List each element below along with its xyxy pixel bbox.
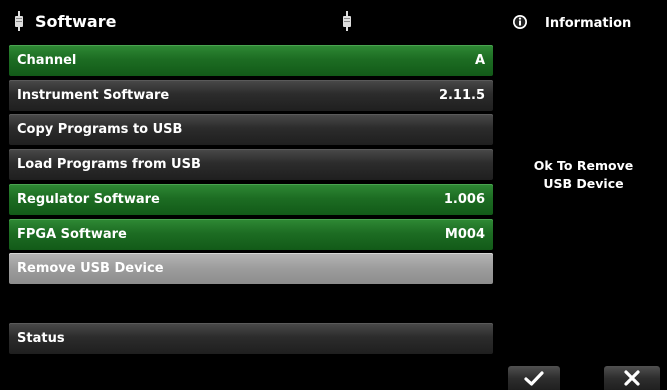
info-message: Ok To Remove USB Device <box>500 157 667 193</box>
row-value: 1.006 <box>443 192 485 207</box>
load-programs-from-usb-button[interactable]: Load Programs from USB <box>9 149 493 180</box>
info-icon <box>513 15 527 29</box>
channel-row[interactable]: Channel A <box>9 45 493 76</box>
row-value: A <box>474 53 485 68</box>
instrument-software-row[interactable]: Instrument Software 2.11.5 <box>9 80 493 111</box>
row-value: M004 <box>444 227 485 242</box>
info-message-line: Ok To Remove <box>533 158 634 173</box>
info-panel-header: Information <box>500 0 667 44</box>
ok-button[interactable] <box>508 366 560 390</box>
usb-plug-icon <box>343 11 351 31</box>
row-label: Load Programs from USB <box>17 157 201 172</box>
status-row[interactable]: Status <box>9 323 493 354</box>
regulator-software-row[interactable]: Regulator Software 1.006 <box>9 184 493 215</box>
row-label: Instrument Software <box>17 88 170 103</box>
row-label: Status <box>17 331 65 346</box>
row-label: Channel <box>17 53 77 68</box>
row-label: FPGA Software <box>17 227 127 242</box>
row-label: Regulator Software <box>17 192 160 207</box>
info-message-line: USB Device <box>543 176 624 191</box>
row-value: 2.11.5 <box>438 88 485 103</box>
checkmark-icon <box>524 371 544 386</box>
header-bar: Software <box>0 0 500 44</box>
row-label: Copy Programs to USB <box>17 122 183 137</box>
page-title: Software <box>35 12 117 31</box>
copy-programs-to-usb-button[interactable]: Copy Programs to USB <box>9 114 493 145</box>
remove-usb-device-button[interactable]: Remove USB Device <box>9 253 493 284</box>
close-icon <box>624 370 640 386</box>
cancel-button[interactable] <box>604 366 660 390</box>
fpga-software-row[interactable]: FPGA Software M004 <box>9 219 493 250</box>
info-title: Information <box>545 16 632 31</box>
usb-plug-icon <box>15 11 23 31</box>
row-label: Remove USB Device <box>17 261 164 276</box>
